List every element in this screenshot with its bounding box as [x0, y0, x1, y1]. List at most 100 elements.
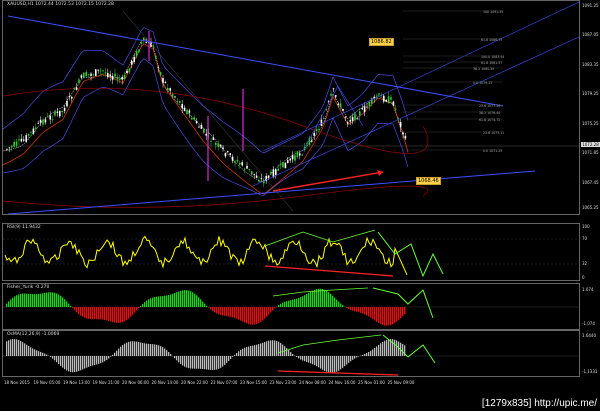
osma-bar: [280, 343, 282, 356]
candle-body: [66, 101, 68, 107]
osma-bar: [62, 356, 64, 368]
fisher-bar: [272, 307, 274, 311]
fisher-bar: [332, 295, 334, 307]
time-tick: 24 Nov 16:00: [328, 380, 356, 385]
osma-bar: [202, 356, 204, 370]
osma-bar: [106, 356, 108, 360]
osma-bar: [72, 356, 74, 373]
candle-body: [251, 171, 253, 175]
osma-bar: [350, 356, 352, 362]
osma-bar: [164, 348, 166, 356]
fisher-bar: [158, 296, 160, 307]
osma-trend-arrow: [277, 334, 382, 354]
fisher-bar: [336, 299, 338, 307]
fisher-bar: [6, 303, 8, 307]
candle-body: [97, 69, 99, 71]
candle-body: [176, 100, 179, 102]
fisher-bar: [404, 307, 406, 315]
fisher-bar: [288, 300, 290, 307]
osma-bar: [254, 345, 256, 356]
fisher-bar: [116, 307, 118, 323]
candle-body: [399, 122, 402, 128]
osma-bar: [338, 356, 340, 371]
candle-body: [116, 77, 119, 80]
osma-bar: [64, 356, 66, 370]
candle-body: [335, 95, 337, 97]
osma-bar: [382, 341, 384, 356]
fisher-bar: [274, 307, 276, 309]
osma-plot-area[interactable]: OsMA(12,26,9) -1.0069: [2, 330, 580, 377]
candle-body: [162, 78, 164, 83]
price-tick: 1087.05: [582, 32, 599, 37]
rsi-panel[interactable]: RSI(9) 11.9432 100 70 32 0: [0, 223, 600, 281]
candle-body: [277, 168, 279, 171]
candle-body: [255, 175, 258, 178]
candle-body: [95, 69, 97, 76]
candle-body: [241, 162, 243, 166]
channel-line: [252, 36, 579, 187]
rsi-plot-area[interactable]: RSI(9) 11.9432: [2, 223, 580, 281]
fisher-bar: [146, 300, 148, 307]
fisher-bar: [62, 297, 64, 307]
time-tick: 19 Nov 21:00: [92, 380, 120, 385]
candle-body: [337, 104, 339, 106]
osma-bar: [134, 341, 136, 356]
fisher-plot-area[interactable]: Fisher_Yurik -0.270: [2, 283, 580, 330]
osma-bar: [32, 348, 34, 356]
candle-body: [56, 111, 59, 113]
trendline-upper: [7, 15, 504, 107]
candle-body: [260, 178, 263, 180]
osma-bar: [118, 348, 120, 356]
fan-line: [337, 85, 364, 127]
candle-body: [390, 97, 392, 100]
osma-bar: [318, 356, 320, 368]
osma-bar: [334, 356, 336, 373]
osma-bar: [90, 356, 92, 367]
candle-body: [174, 96, 176, 98]
osma-bar: [88, 356, 90, 367]
osma-bar: [346, 356, 348, 365]
osma-bar: [152, 344, 154, 356]
osma-bar: [384, 340, 386, 356]
candle-body: [287, 160, 289, 163]
time-tick: 20 Nov 06:00: [122, 380, 149, 385]
osma-bar: [356, 356, 358, 358]
fisher-bar: [354, 307, 356, 312]
candle-body: [63, 107, 66, 112]
fisher-bar: [290, 300, 292, 307]
fisher-bar: [360, 307, 362, 313]
osma-bar: [160, 346, 162, 356]
osma-bar: [286, 348, 288, 356]
candle-body: [131, 60, 133, 65]
osma-axis: 1.6440 -1.1331: [580, 330, 600, 377]
candle-body: [133, 57, 135, 62]
candle-body: [25, 135, 27, 142]
osma-bar: [50, 356, 52, 358]
fisher-bar: [48, 292, 50, 307]
candle-body: [248, 169, 251, 170]
osma-bar: [116, 350, 118, 356]
osma-bar: [362, 354, 364, 356]
fisher-bar: [234, 307, 236, 319]
fisher-bar: [270, 307, 272, 313]
candle-body: [164, 82, 167, 84]
osma-bar: [22, 342, 24, 356]
osma-bar: [392, 339, 394, 356]
price-plot-area[interactable]: XAUUSD,H1 1072.44 1072.53 1072.15 1072.2…: [2, 0, 580, 215]
candle-body: [332, 88, 335, 90]
osma-bar: [26, 344, 28, 356]
osma-bar: [378, 344, 380, 356]
price-chart-panel[interactable]: XAUUSD,H1 1072.44 1072.53 1072.15 1072.2…: [0, 0, 600, 215]
fisher-bar: [190, 291, 192, 307]
fisher-bar: [170, 294, 172, 307]
fisher-bar: [232, 307, 234, 318]
osma-bar: [366, 353, 368, 356]
fisher-panel[interactable]: Fisher_Yurik -0.270 1.074 -1.074: [0, 283, 600, 330]
candle-body: [68, 95, 71, 98]
osma-panel[interactable]: OsMA(12,26,9) -1.0069 1.6440 -1.1331: [0, 330, 600, 377]
osma-bar: [206, 356, 208, 370]
candle-body: [234, 161, 236, 164]
candle-body: [23, 139, 25, 141]
candle-body: [44, 119, 47, 123]
osma-bar: [174, 356, 176, 359]
